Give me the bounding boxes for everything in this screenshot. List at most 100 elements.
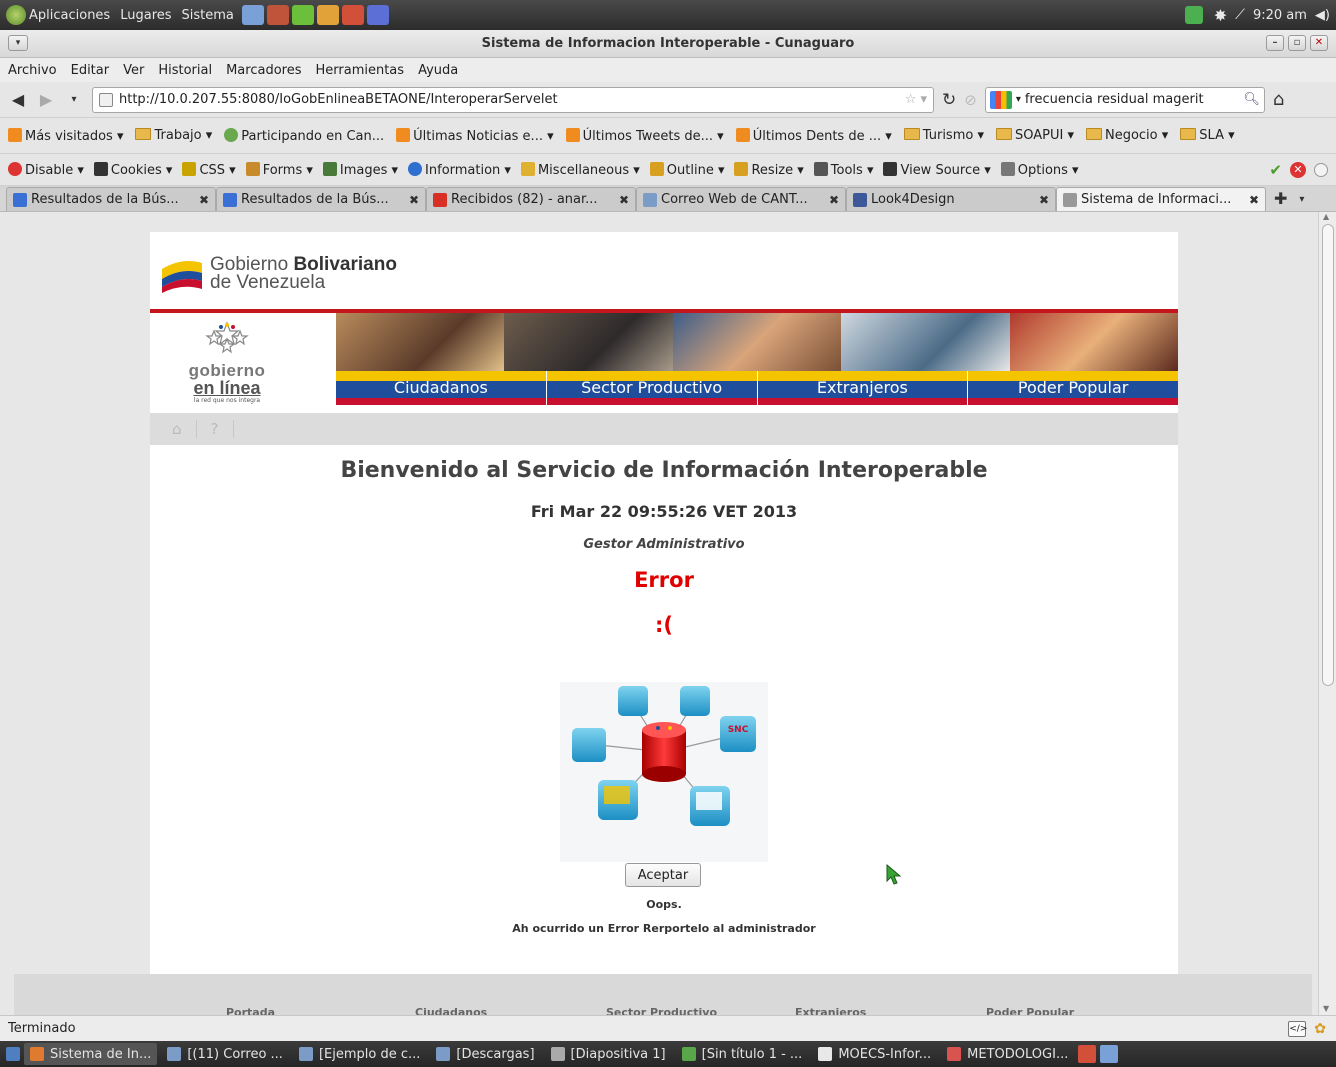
reload-icon[interactable]: ↻ [942, 90, 956, 110]
url-bar[interactable]: http://10.0.207.55:8080/IoGobEnlineaBETA… [92, 86, 934, 113]
forward-icon[interactable]: ▶ [36, 90, 56, 109]
vertical-scrollbar[interactable]: ▲ ▼ [1318, 212, 1336, 1015]
bookmark-soapui[interactable]: SOAPUI ▾ [995, 128, 1074, 143]
tray-play-icon[interactable] [1184, 6, 1203, 24]
bookmark-trabajo[interactable]: Trabajo ▾ [135, 128, 212, 143]
bookmark-star-icon[interactable]: ☆ ▾ [905, 92, 927, 107]
show-desktop-icon[interactable] [6, 1047, 20, 1061]
nav-extranjeros[interactable]: Extranjeros [758, 371, 969, 405]
devbar-options[interactable]: Options ▾ [1000, 161, 1079, 178]
browser-tab[interactable]: Recibidos (82) - anar... ✖ [426, 187, 636, 211]
devbar-disable[interactable]: Disable ▾ [8, 161, 84, 178]
launcher-icon[interactable] [341, 5, 364, 25]
tab-close-icon[interactable]: ✖ [829, 193, 839, 207]
browser-tab[interactable]: Resultados de la Bús... ✖ [6, 187, 216, 211]
nav-sector-productivo[interactable]: Sector Productivo [547, 371, 758, 405]
bookmark-turismo[interactable]: Turismo ▾ [903, 128, 984, 143]
menu-ver[interactable]: Ver [123, 63, 144, 78]
panel-clock[interactable]: 9:20 am [1253, 8, 1307, 23]
devbar-outline[interactable]: Outline ▾ [649, 161, 724, 178]
taskbar-item[interactable]: METODOLOGI... [941, 1043, 1074, 1065]
taskbar-item[interactable]: [Sin título 1 - ... [676, 1043, 809, 1065]
devbar-images[interactable]: Images ▾ [322, 161, 398, 178]
menu-editar[interactable]: Editar [71, 63, 110, 78]
bookmark-ultimas-noticias[interactable]: Últimas Noticias e... ▾ [396, 127, 554, 144]
footer-link-sector-productivo[interactable]: Sector Productivo [606, 1006, 717, 1015]
validation-ok-icon[interactable]: ✔ [1269, 161, 1282, 179]
url-text[interactable]: http://10.0.207.55:8080/IoGobEnlineaBETA… [119, 92, 558, 107]
scroll-down-icon[interactable]: ▼ [1323, 1004, 1329, 1013]
tray-app-icon[interactable] [1100, 1045, 1119, 1063]
devbar-tools[interactable]: Tools ▾ [813, 161, 873, 178]
stop-icon[interactable]: ⊘ [964, 91, 977, 109]
gobierno-en-linea-logo[interactable]: gobierno en línea la red que nos integra [172, 321, 282, 413]
taskbar-item[interactable]: [Descargas] [430, 1043, 540, 1065]
home-icon[interactable]: ⌂ [1273, 89, 1284, 110]
help-icon[interactable]: ? [211, 420, 219, 438]
browser-tab-active[interactable]: Sistema de Informaci... ✖ [1056, 187, 1266, 211]
search-text[interactable]: frecuencia residual magerit [1025, 92, 1239, 107]
search-engine-icon[interactable] [989, 90, 1012, 109]
menu-ayuda[interactable]: Ayuda [418, 63, 458, 78]
launcher-icon[interactable] [291, 5, 314, 25]
tab-list-icon[interactable]: ▾ [1299, 194, 1304, 211]
devbar-information[interactable]: Information ▾ [408, 161, 511, 178]
launcher-icon[interactable] [366, 5, 389, 25]
error-console-icon[interactable]: ✕ [1290, 161, 1306, 178]
home-icon[interactable]: ⌂ [172, 420, 182, 438]
search-icon[interactable]: 🔍︎ [1243, 92, 1260, 107]
taskbar-item[interactable]: Sistema de In... [24, 1043, 158, 1065]
devbar-view-source[interactable]: View Source ▾ [883, 161, 991, 178]
devbar-forms[interactable]: Forms ▾ [245, 161, 313, 178]
bookmark-negocio[interactable]: Negocio ▾ [1085, 128, 1168, 143]
bookmark-sla[interactable]: SLA ▾ [1180, 128, 1235, 143]
menu-archivo[interactable]: Archivo [8, 63, 57, 78]
tab-close-icon[interactable]: ✖ [1249, 193, 1259, 207]
scrollbar-thumb[interactable] [1322, 224, 1334, 686]
maximize-button[interactable]: ▫ [1288, 35, 1306, 51]
addon-icon[interactable]: ✿ [1314, 1021, 1326, 1037]
new-tab-icon[interactable]: ✚ [1274, 189, 1287, 211]
launcher-icon[interactable] [241, 5, 264, 25]
footer-link-poder-popular[interactable]: Poder Popular [986, 1006, 1074, 1015]
tab-close-icon[interactable]: ✖ [1039, 193, 1049, 207]
menu-marcadores[interactable]: Marcadores [226, 63, 301, 78]
tray-gear-icon[interactable]: ✸ [1214, 6, 1227, 25]
minimize-button[interactable]: – [1266, 35, 1284, 51]
volume-icon[interactable]: ◀) [1315, 8, 1330, 23]
panel-menu-aplicaciones[interactable]: Aplicaciones [29, 8, 110, 23]
panel-menu-lugares[interactable]: Lugares [120, 8, 171, 23]
tab-close-icon[interactable]: ✖ [409, 193, 419, 207]
devbar-miscellaneous[interactable]: Miscellaneous ▾ [520, 161, 640, 178]
footer-link-extranjeros[interactable]: Extranieros [795, 1006, 866, 1015]
scroll-up-icon[interactable]: ▲ [1323, 212, 1329, 221]
search-box[interactable]: ▾ frecuencia residual magerit 🔍︎ [984, 86, 1265, 113]
gnome-foot-icon[interactable] [6, 5, 26, 25]
bookmark-mas-visitados[interactable]: Más visitados ▾ [8, 127, 123, 144]
tab-close-icon[interactable]: ✖ [619, 193, 629, 207]
footer-link-portada[interactable]: Portada [226, 1006, 275, 1015]
site-identity-icon[interactable] [99, 92, 113, 107]
launcher-icon[interactable] [266, 5, 289, 25]
panel-menu-sistema[interactable]: Sistema [182, 8, 234, 23]
taskbar-item[interactable]: [Diapositiva 1] [545, 1043, 672, 1065]
browser-tab[interactable]: Resultados de la Bús... ✖ [216, 187, 426, 211]
launcher-icon[interactable] [316, 5, 339, 25]
menu-historial[interactable]: Historial [158, 63, 212, 78]
bookmark-ultimos-tweets[interactable]: Últimos Tweets de... ▾ [565, 127, 724, 144]
devbar-resize[interactable]: Resize ▾ [734, 161, 804, 178]
back-icon[interactable]: ◀ [8, 90, 28, 109]
close-button[interactable]: ✕ [1310, 35, 1328, 51]
browser-tab[interactable]: Correo Web de CANT... ✖ [636, 187, 846, 211]
gobierno-bolivariano-logo[interactable]: Gobierno Bolivariano de Venezuela [160, 244, 397, 304]
source-code-icon[interactable]: </> [1288, 1020, 1307, 1037]
devbar-css[interactable]: CSS ▾ [182, 161, 236, 178]
menu-herramientas[interactable]: Herramientas [316, 63, 405, 78]
taskbar-item[interactable]: [(11) Correo ... [161, 1043, 289, 1065]
status-dot-icon[interactable] [1314, 162, 1328, 177]
search-engine-dropdown-icon[interactable]: ▾ [1016, 94, 1021, 105]
history-dropdown-icon[interactable]: ▾ [64, 94, 84, 105]
browser-tab[interactable]: Look4Design ✖ [846, 187, 1056, 211]
nav-poder-popular[interactable]: Poder Popular [968, 371, 1178, 405]
taskbar-item[interactable]: [Ejemplo de c... [293, 1043, 426, 1065]
